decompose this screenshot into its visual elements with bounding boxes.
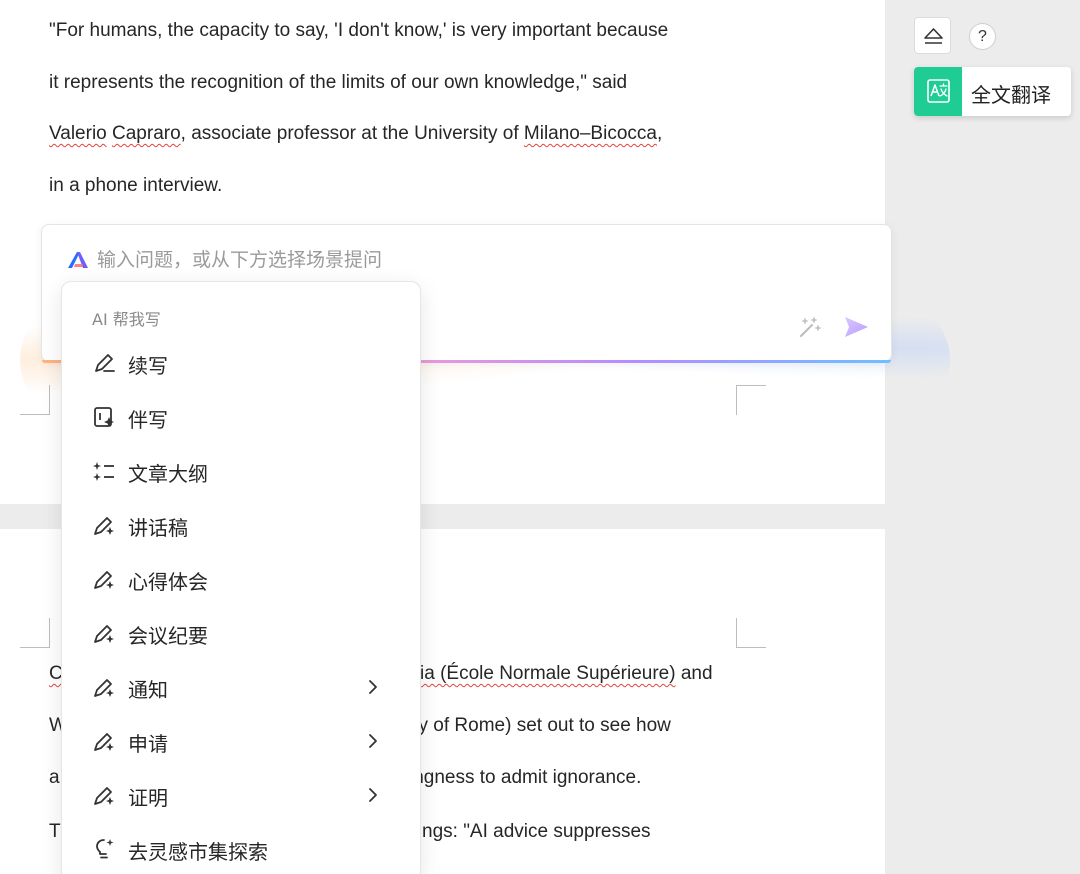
companion-write-icon	[94, 407, 114, 427]
chevron-right-icon	[369, 680, 377, 694]
page-corner-mark	[736, 618, 766, 648]
menu-item-label: 证明	[128, 786, 168, 810]
menu-item-speech-draft[interactable]: 讲话稿	[62, 501, 420, 549]
menu-item-label: 讲话稿	[128, 516, 188, 540]
misspelled-word[interactable]: Capraro	[112, 123, 181, 144]
full-text-translate-button[interactable]: 全文翻译	[914, 67, 1071, 116]
menu-item-article-outline[interactable]: 文章大纲	[62, 447, 420, 495]
send-icon[interactable]	[842, 313, 870, 341]
help-button[interactable]: ?	[969, 23, 996, 50]
ai-pen-icon	[94, 625, 114, 643]
menu-item-label: 会议纪要	[128, 624, 208, 648]
menu-item-label: 通知	[128, 678, 168, 702]
ai-pen-icon	[94, 679, 114, 697]
page-corner-mark	[20, 618, 50, 648]
menu-item-certificate[interactable]: 证明	[62, 771, 420, 819]
menu-item-application[interactable]: 申请	[62, 717, 420, 765]
ai-pen-icon	[94, 733, 114, 751]
doc-text: , associate professor at the University …	[180, 123, 524, 144]
chevron-right-icon	[369, 788, 377, 802]
ai-write-menu: AI 帮我写 续写 伴写 文章大纲 讲话稿 心得体会 会议纪要 通知 申请 证明…	[61, 281, 421, 874]
ai-logo-icon	[68, 252, 88, 268]
misspelled-word[interactable]: Milano–Bicocca	[524, 123, 657, 144]
ai-pen-icon	[94, 517, 114, 535]
menu-item-inspiration-market[interactable]: 去灵感市集探索	[62, 825, 420, 873]
pen-icon	[95, 354, 115, 372]
doc-text: ,	[656, 123, 663, 144]
menu-item-label: 去灵感市集探索	[128, 840, 268, 864]
menu-item-label: 心得体会	[128, 570, 208, 594]
menu-item-notice[interactable]: 通知	[62, 663, 420, 711]
doc-line: it represents the recognition of the lim…	[49, 72, 628, 93]
doc-line: ity of Rome) set out to see how	[409, 715, 671, 736]
menu-item-label: 伴写	[128, 408, 168, 432]
menu-item-continue-writing[interactable]: 续写	[62, 339, 420, 387]
collapse-button[interactable]	[914, 17, 951, 54]
menu-item-reflections[interactable]: 心得体会	[62, 555, 420, 603]
menu-header: AI 帮我写	[92, 310, 161, 329]
menu-item-label: 申请	[128, 732, 168, 756]
doc-line: T	[49, 821, 61, 842]
doc-line: ingness to admit ignorance.	[409, 767, 642, 788]
menu-item-meeting-minutes[interactable]: 会议纪要	[62, 609, 420, 657]
outline-icon	[93, 462, 114, 481]
ai-pen-icon	[94, 571, 114, 589]
lightbulb-icon	[96, 839, 114, 859]
menu-item-label: 续写	[128, 354, 168, 378]
menu-item-label: 文章大纲	[128, 462, 208, 486]
doc-text: and	[675, 663, 713, 684]
doc-line: "For humans, the capacity to say, 'I don…	[49, 20, 669, 41]
doc-line: a	[49, 767, 60, 788]
doc-line: ngs: "AI advice suppresses	[422, 821, 651, 842]
chevron-right-icon	[369, 734, 377, 748]
eject-icon	[924, 28, 943, 44]
doc-line: Valerio Capraro, associate professor at …	[49, 122, 662, 146]
misspelled-word[interactable]: Valerio	[49, 123, 107, 144]
translate-icon	[927, 79, 950, 103]
ai-pen-icon	[94, 787, 114, 805]
translate-icon-bg	[914, 67, 962, 116]
ai-question-input[interactable]	[97, 245, 797, 275]
page-corner-mark	[736, 385, 766, 415]
doc-line: ia (École Normale Supérieure) and	[420, 662, 713, 686]
translate-label: 全文翻译	[971, 83, 1051, 107]
page-corner-mark	[20, 385, 50, 415]
magic-wand-icon[interactable]	[796, 315, 822, 341]
doc-line: in a phone interview.	[49, 175, 223, 196]
misspelled-word[interactable]: ia (École Normale Supérieure)	[420, 663, 676, 684]
menu-item-companion-writing[interactable]: 伴写	[62, 393, 420, 441]
